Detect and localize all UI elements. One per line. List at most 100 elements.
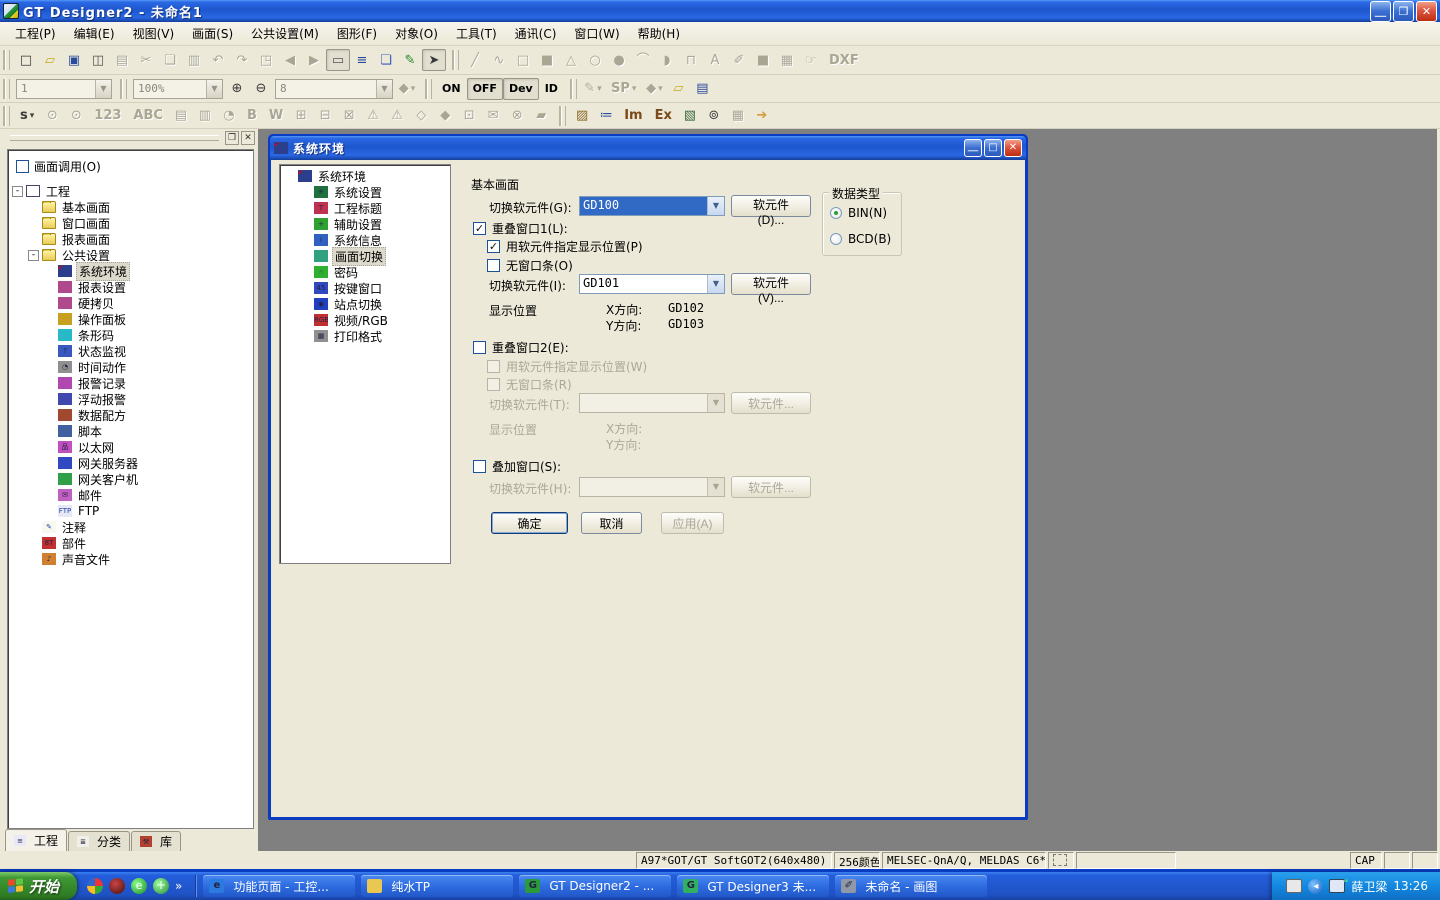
new-file-icon[interactable]: □: [14, 49, 38, 71]
network-monitor-icon[interactable]: [1329, 879, 1345, 893]
tree-item[interactable]: 浮动报警: [10, 391, 251, 407]
paint-text-tool-icon[interactable]: ✐: [727, 49, 751, 71]
mail-send-icon[interactable]: ✉: [481, 105, 505, 127]
workspace-tab[interactable]: ≣ 分类: [68, 831, 130, 851]
zoom-out-icon[interactable]: ⊖: [249, 78, 273, 100]
tree-item[interactable]: 数据配方: [10, 407, 251, 423]
dxf-tool-icon[interactable]: DXF: [823, 49, 865, 71]
copy-icon[interactable]: ❏: [158, 49, 182, 71]
alarm-float-icon[interactable]: ⊠: [337, 105, 361, 127]
ascii-display-icon[interactable]: ▥: [193, 105, 217, 127]
workspace-tab[interactable]: ⚒ 库: [131, 831, 181, 851]
parts-display-icon[interactable]: ⚠: [361, 105, 385, 127]
taskbar-task-button[interactable]: e 功能页面 - 工控...: [203, 875, 355, 897]
switch-dropdown-icon[interactable]: s: [14, 105, 40, 127]
settings-category-item[interactable]: 系统环境: [282, 168, 448, 184]
parts-move-icon[interactable]: ⚠: [385, 105, 409, 127]
screen-image-icon[interactable]: ▤: [110, 49, 134, 71]
preview-window-icon[interactable]: ▭: [326, 49, 350, 71]
circle-tool-icon[interactable]: ○: [583, 49, 607, 71]
fill-tool-icon[interactable]: ■: [751, 49, 775, 71]
save-image-icon[interactable]: ◫: [86, 49, 110, 71]
tree-item[interactable]: 窗口画面: [10, 215, 251, 231]
base-device-button[interactable]: 软元件(D)...: [731, 195, 811, 217]
menu-item[interactable]: 工具(T): [447, 22, 506, 45]
tree-item[interactable]: 网关服务器: [10, 455, 251, 471]
polygon-tool-icon[interactable]: △: [559, 49, 583, 71]
tree-list-icon[interactable]: ≔: [594, 105, 618, 127]
grid-icon[interactable]: ▦: [726, 105, 750, 127]
switch-lamp-icon[interactable]: ⊙: [40, 105, 64, 127]
find-icon[interactable]: ⊚: [702, 105, 726, 127]
save-icon[interactable]: ▣: [62, 49, 86, 71]
dialog-close-icon[interactable]: ✕: [1004, 139, 1022, 157]
tree-item[interactable]: ◔ 时间动作: [10, 359, 251, 375]
taskbar-task-button[interactable]: 纯水TP: [361, 875, 513, 897]
text-tool-icon[interactable]: A: [703, 49, 727, 71]
tree-item[interactable]: 硬拷贝: [10, 295, 251, 311]
cancel-object-icon[interactable]: ⊗: [505, 105, 529, 127]
select-cursor-icon[interactable]: ➤: [422, 49, 446, 71]
alarm-list-icon[interactable]: ⊞: [289, 105, 313, 127]
panelmeter-icon[interactable]: ◇: [409, 105, 433, 127]
import-icon[interactable]: Im: [618, 105, 648, 127]
menu-item[interactable]: 帮助(H): [629, 22, 689, 45]
taskbar-task-button[interactable]: G GT Designer3 未...: [677, 875, 829, 897]
line-tool-icon[interactable]: ╱: [463, 49, 487, 71]
tree-item[interactable]: 品 以太网: [10, 439, 251, 455]
settings-category-item[interactable]: RGB 视频/RGB: [282, 312, 448, 328]
chevron-more-icon[interactable]: »: [175, 879, 182, 893]
screen-number-combobox[interactable]: 1 ▼: [16, 79, 112, 99]
apply-button[interactable]: 应用(A): [661, 512, 724, 534]
taskbar-task-button[interactable]: ✐ 未命名 - 画图: [835, 875, 987, 897]
keywindow-icon[interactable]: ⊡: [457, 105, 481, 127]
tree-item[interactable]: 条形码: [10, 327, 251, 343]
menu-item[interactable]: 视图(V): [124, 22, 184, 45]
zoom-in-icon[interactable]: ⊕: [225, 78, 249, 100]
tree-item[interactable]: 报表设置: [10, 279, 251, 295]
tree-item[interactable]: - 公共设置: [10, 247, 251, 263]
open-folder-icon[interactable]: ▱: [38, 49, 62, 71]
keyboard-icon[interactable]: [1286, 879, 1302, 893]
chevron-down-icon[interactable]: ▼: [95, 80, 111, 98]
tree-item[interactable]: 报警记录: [10, 375, 251, 391]
expander-icon[interactable]: -: [28, 250, 39, 261]
chevron-down-icon[interactable]: ▼: [376, 80, 392, 98]
prev-screen-icon[interactable]: ◀: [278, 49, 302, 71]
edit-pen-icon[interactable]: ✎: [398, 49, 422, 71]
overlap1-switch-combobox[interactable]: GD101 ▼: [579, 274, 725, 294]
hand-tool-icon[interactable]: ☞: [799, 49, 823, 71]
media-app-icon[interactable]: [109, 878, 125, 894]
panel-restore-icon[interactable]: ❐: [225, 131, 239, 145]
export-icon[interactable]: Ex: [649, 105, 678, 127]
expander-icon[interactable]: -: [12, 186, 23, 197]
restore-icon[interactable]: ❐: [1393, 1, 1414, 22]
start-button[interactable]: 开始: [0, 872, 77, 900]
ascii-abc-icon[interactable]: ABC: [127, 105, 169, 127]
clock-icon[interactable]: ◔: [217, 105, 241, 127]
settings-category-item[interactable]: ☝ 密码: [282, 264, 448, 280]
language-bar-icon[interactable]: ◂: [1308, 879, 1323, 894]
pen-style-icon[interactable]: ✎: [581, 78, 605, 100]
overlap2-device-button[interactable]: 软元件...: [731, 392, 811, 414]
update-icon[interactable]: +: [153, 878, 169, 894]
settings-category-item[interactable]: T 工程标题: [282, 200, 448, 216]
off-state-button[interactable]: OFF: [467, 78, 503, 100]
sector-tool-icon[interactable]: ◗: [655, 49, 679, 71]
menu-item[interactable]: 画面(S): [183, 22, 242, 45]
clipboard-edit-icon[interactable]: ▨: [570, 105, 594, 127]
id-view-button[interactable]: ID: [539, 78, 564, 100]
tree-item[interactable]: ✉ 邮件: [10, 487, 251, 503]
overlap2-position-checkbox[interactable]: [487, 360, 500, 373]
level-icon[interactable]: ◆: [433, 105, 457, 127]
overlap1-nobar-checkbox[interactable]: [487, 259, 500, 272]
import-image-tool-icon[interactable]: ▦: [775, 49, 799, 71]
base-switch-device-combobox[interactable]: GD100 ▼: [579, 196, 725, 216]
overlap2-nobar-checkbox[interactable]: [487, 378, 500, 391]
tree-item[interactable]: 8T 部件: [10, 535, 251, 551]
tree-item[interactable]: ♪ 声音文件: [10, 551, 251, 567]
scale-tool-icon[interactable]: ⊓: [679, 49, 703, 71]
part-stamp-icon[interactable]: ▰: [529, 105, 553, 127]
alarm-history-icon[interactable]: ⊟: [313, 105, 337, 127]
tree-item[interactable]: ? 状态监视: [10, 343, 251, 359]
